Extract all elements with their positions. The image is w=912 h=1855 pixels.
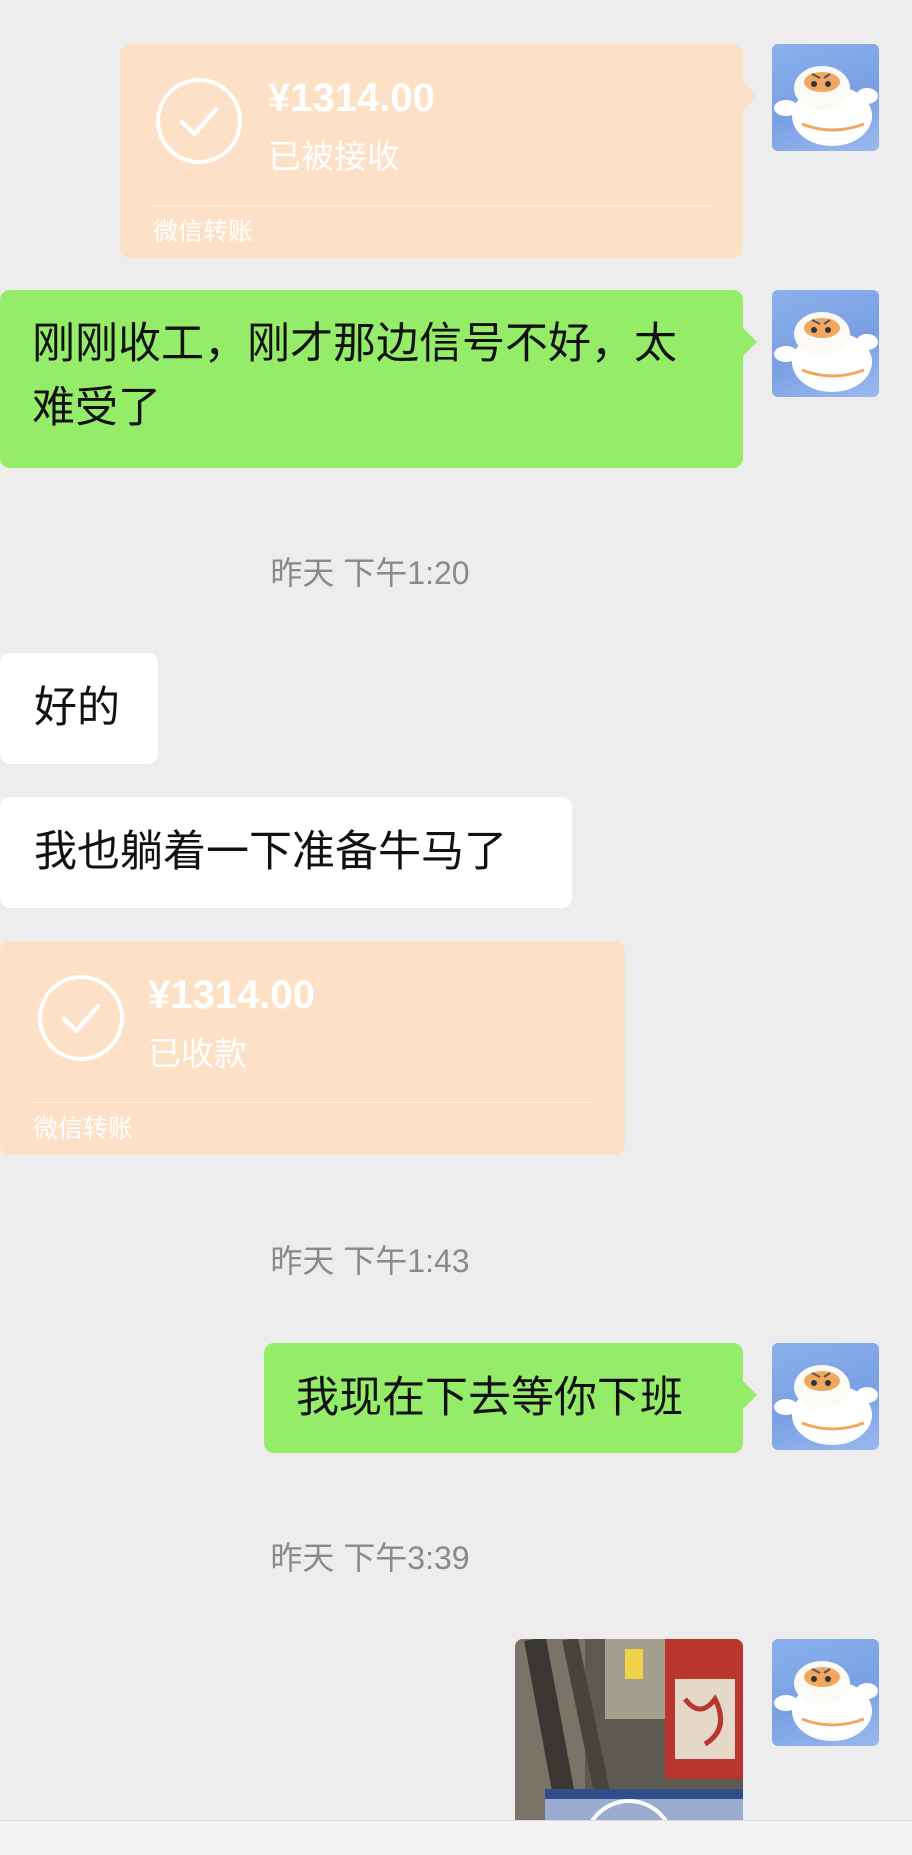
- transfer-amount: ¥1314.00: [268, 76, 435, 120]
- transfer-card-received[interactable]: ¥1314.00 已收款 微信转账: [0, 941, 625, 1155]
- message-bubble-ok[interactable]: 好的: [0, 653, 158, 764]
- transfer-brand-label: 微信转账: [33, 1115, 134, 1143]
- avatar[interactable]: [772, 44, 879, 151]
- tiger-avatar-icon: [774, 1661, 878, 1741]
- message-text: 我现在下去等你下班: [296, 1374, 683, 1422]
- bubble-tail: [743, 328, 757, 356]
- chat-timestamp: 昨天 下午1:43: [270, 1243, 470, 1279]
- bubble-tail: [743, 82, 757, 110]
- avatar[interactable]: [772, 1639, 879, 1746]
- message-bubble-signal[interactable]: 刚刚收工，刚才那边信号不好，太 难受了: [0, 290, 757, 468]
- tiger-avatar-icon: [774, 312, 878, 392]
- avatar[interactable]: [772, 1343, 879, 1450]
- chat-timestamp: 昨天 下午1:20: [270, 555, 470, 591]
- bubble-tail: [743, 1381, 757, 1409]
- transfer-status: 已收款: [148, 1035, 247, 1072]
- avatar[interactable]: [772, 290, 879, 397]
- transfer-amount: ¥1314.00: [148, 973, 315, 1017]
- transfer-divider: [150, 205, 713, 206]
- check-circle-icon: [38, 975, 124, 1061]
- message-bubble-rest[interactable]: 我也躺着一下准备牛马了: [0, 797, 572, 908]
- tiger-avatar-icon: [774, 1365, 878, 1445]
- message-text-line: 难受了: [32, 384, 161, 432]
- message-text: 好的: [34, 684, 120, 732]
- chat-screen: ¥1314.00 已被接收 微信转账 刚刚收工，刚才那边信号不好，太 难受了 昨…: [0, 0, 912, 1855]
- transfer-status: 已被接收: [268, 138, 400, 175]
- transfer-brand-label: 微信转账: [153, 218, 254, 246]
- message-bubble-wait[interactable]: 我现在下去等你下班: [264, 1343, 757, 1453]
- transfer-divider: [30, 1102, 595, 1103]
- input-bar[interactable]: [0, 1820, 912, 1855]
- chat-timestamp: 昨天 下午3:39: [270, 1540, 470, 1576]
- tiger-avatar-icon: [774, 66, 878, 146]
- transfer-card-sent[interactable]: ¥1314.00 已被接收 微信转账: [120, 44, 757, 258]
- check-circle-icon: [156, 78, 242, 164]
- message-text-line: 刚刚收工，刚才那边信号不好，太: [32, 320, 677, 368]
- message-text: 我也躺着一下准备牛马了: [34, 828, 507, 876]
